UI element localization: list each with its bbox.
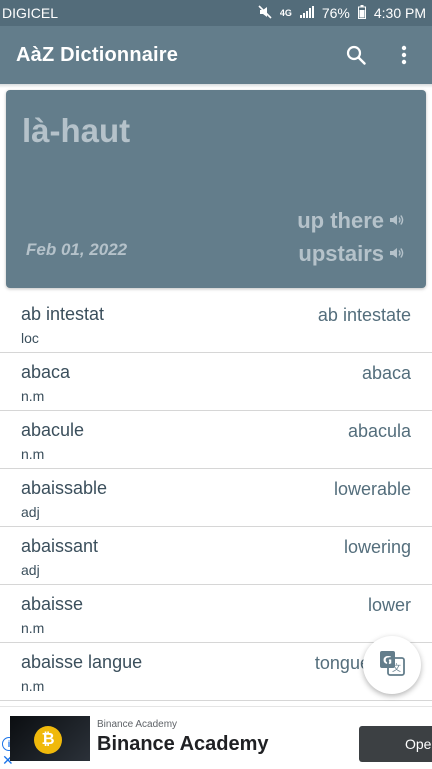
list-item[interactable]: abacule n.m abacula [0, 411, 432, 469]
speaker-icon[interactable] [388, 241, 404, 267]
carrier-label: DIGICEL [2, 5, 59, 21]
french-word: abaissable [21, 478, 108, 498]
english-translation: abacula [347, 421, 411, 441]
part-of-speech: adj [21, 562, 40, 578]
translation-label: up there [297, 208, 384, 233]
english-translation: abaca [361, 363, 411, 383]
ad-sponsor: Binance Academy [97, 719, 178, 730]
list-item[interactable]: abaca n.m abaca [0, 353, 432, 411]
english-translation: lowerable [333, 479, 411, 499]
ad-banner[interactable]: i ✕ ₿ Binance Academy Binance Academy Op… [0, 706, 432, 769]
status-icons: 4G 76% 4:30 PM [258, 5, 426, 21]
word-list: ab intestat loc ab intestate abaca n.m a… [0, 295, 432, 701]
french-word: abaisse langue [21, 652, 143, 672]
app-actions [344, 43, 416, 67]
signal-icon [299, 6, 314, 20]
translation-upstairs[interactable]: upstairs [298, 241, 404, 267]
status-bar: DIGICEL 4G 76% 4:30 PM [0, 0, 432, 26]
bitcoin-icon: ₿ [34, 726, 62, 754]
french-word: abaisse [21, 594, 84, 614]
english-translation: ab intestate [317, 305, 411, 325]
word-of-day-card[interactable]: là-haut Feb 01, 2022 up there upstairs [6, 90, 426, 288]
ad-open-button[interactable]: Open [359, 726, 432, 762]
clock: 4:30 PM [373, 5, 426, 21]
ad-image[interactable]: ₿ [10, 716, 90, 761]
list-item[interactable]: abaissant adj lowering [0, 527, 432, 585]
speaker-icon[interactable] [388, 208, 404, 234]
part-of-speech: n.m [21, 388, 45, 404]
part-of-speech: n.m [21, 620, 45, 636]
list-item[interactable]: ab intestat loc ab intestate [0, 295, 432, 353]
part-of-speech: loc [21, 330, 39, 346]
list-item[interactable]: abaisse n.m lower [0, 585, 432, 643]
part-of-speech: n.m [21, 678, 45, 694]
battery-percent: 76% [321, 5, 350, 21]
search-icon[interactable] [344, 43, 368, 67]
app-title: AàZ Dictionnaire [16, 43, 179, 66]
part-of-speech: n.m [21, 446, 45, 462]
app-bar-shadow [0, 84, 432, 88]
french-word: abacule [21, 420, 85, 440]
ad-title[interactable]: Binance Academy [97, 733, 269, 756]
part-of-speech: adj [21, 504, 40, 520]
english-translation: lowering [343, 537, 411, 557]
english-translation: lower [367, 595, 411, 615]
french-word: abaissant [21, 536, 99, 556]
mute-icon [258, 5, 272, 21]
app-bar: AàZ Dictionnaire [0, 26, 432, 84]
svg-text:文: 文 [392, 662, 401, 674]
list-item[interactable]: abaissable adj lowerable [0, 469, 432, 527]
translation-label: upstairs [298, 241, 384, 266]
translate-fab[interactable]: G 文 [363, 636, 421, 694]
translate-icon: G 文 [379, 650, 405, 681]
network-4g-icon: 4G [279, 7, 292, 18]
french-word: abaca [21, 362, 71, 382]
battery-icon [357, 5, 366, 21]
french-word: ab intestat [21, 304, 105, 324]
word-of-day-headword: là-haut [22, 112, 131, 149]
more-vert-icon[interactable] [392, 43, 416, 67]
translation-up-there[interactable]: up there [297, 208, 404, 234]
word-of-day-date: Feb 01, 2022 [26, 240, 128, 259]
